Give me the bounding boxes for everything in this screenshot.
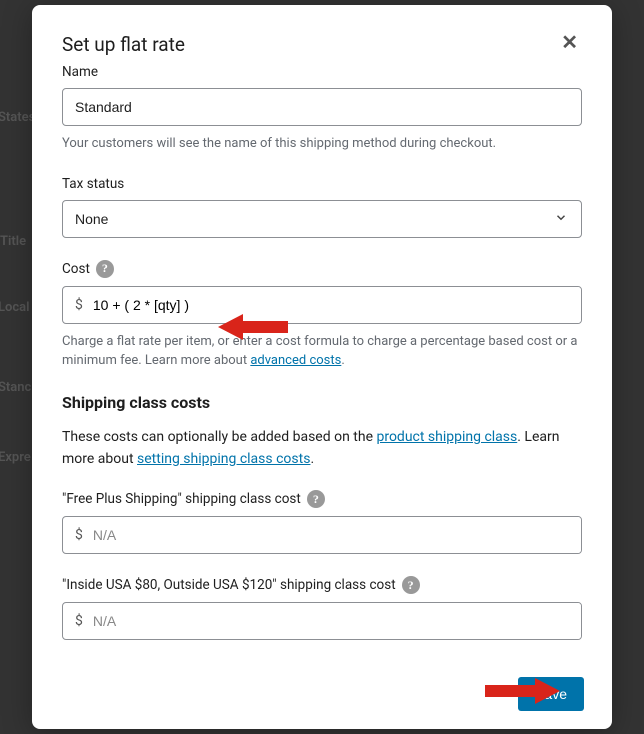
shipping-class-cost-input[interactable] [93, 517, 581, 553]
cost-input[interactable] [93, 287, 581, 323]
modal-body[interactable]: Name Your customers will see the name of… [62, 64, 610, 659]
shipping-class-title: Shipping class costs [62, 393, 582, 412]
name-label: Name [62, 64, 582, 80]
shipping-class-label: "Free Plus Shipping" shipping class cost [62, 491, 301, 507]
name-input[interactable] [62, 88, 582, 126]
help-icon[interactable]: ? [307, 490, 325, 508]
cost-group: Cost ? $ Charge a flat rate per item, or… [62, 260, 582, 371]
currency-prefix: $ [63, 603, 93, 639]
save-button[interactable]: Save [518, 677, 584, 711]
cost-help: Charge a flat rate per item, or enter a … [62, 332, 582, 371]
tax-status-select[interactable]: None [62, 200, 582, 238]
name-group: Name Your customers will see the name of… [62, 64, 582, 154]
modal-title: Set up flat rate [62, 33, 185, 56]
setting-shipping-class-costs-link[interactable]: setting shipping class costs [137, 451, 310, 467]
shipping-class-desc: These costs can optionally be added base… [62, 426, 582, 471]
advanced-costs-link[interactable]: advanced costs [250, 353, 341, 368]
currency-prefix: $ [63, 287, 93, 323]
cost-label: Cost [62, 261, 90, 277]
cost-input-wrap: $ [62, 286, 582, 324]
name-help: Your customers will see the name of this… [62, 134, 582, 154]
modal-footer: Save [32, 659, 612, 729]
tax-status-label: Tax status [62, 176, 582, 192]
shipping-class-row: "Free Plus Shipping" shipping class cost… [62, 490, 582, 554]
product-shipping-class-link[interactable]: product shipping class [376, 429, 517, 445]
close-button[interactable]: ✕ [557, 33, 582, 53]
shipping-class-row: "Inside USA $80, Outside USA $120" shipp… [62, 576, 582, 640]
shipping-class-cost-input[interactable] [93, 603, 581, 639]
shipping-class-label: "Inside USA $80, Outside USA $120" shipp… [62, 577, 396, 593]
tax-status-group: Tax status None [62, 176, 582, 238]
currency-prefix: $ [63, 517, 93, 553]
help-icon[interactable]: ? [402, 576, 420, 594]
flat-rate-modal: Set up flat rate ✕ Name Your customers w… [32, 5, 612, 729]
modal-header: Set up flat rate ✕ [32, 5, 612, 64]
help-icon[interactable]: ? [96, 260, 114, 278]
